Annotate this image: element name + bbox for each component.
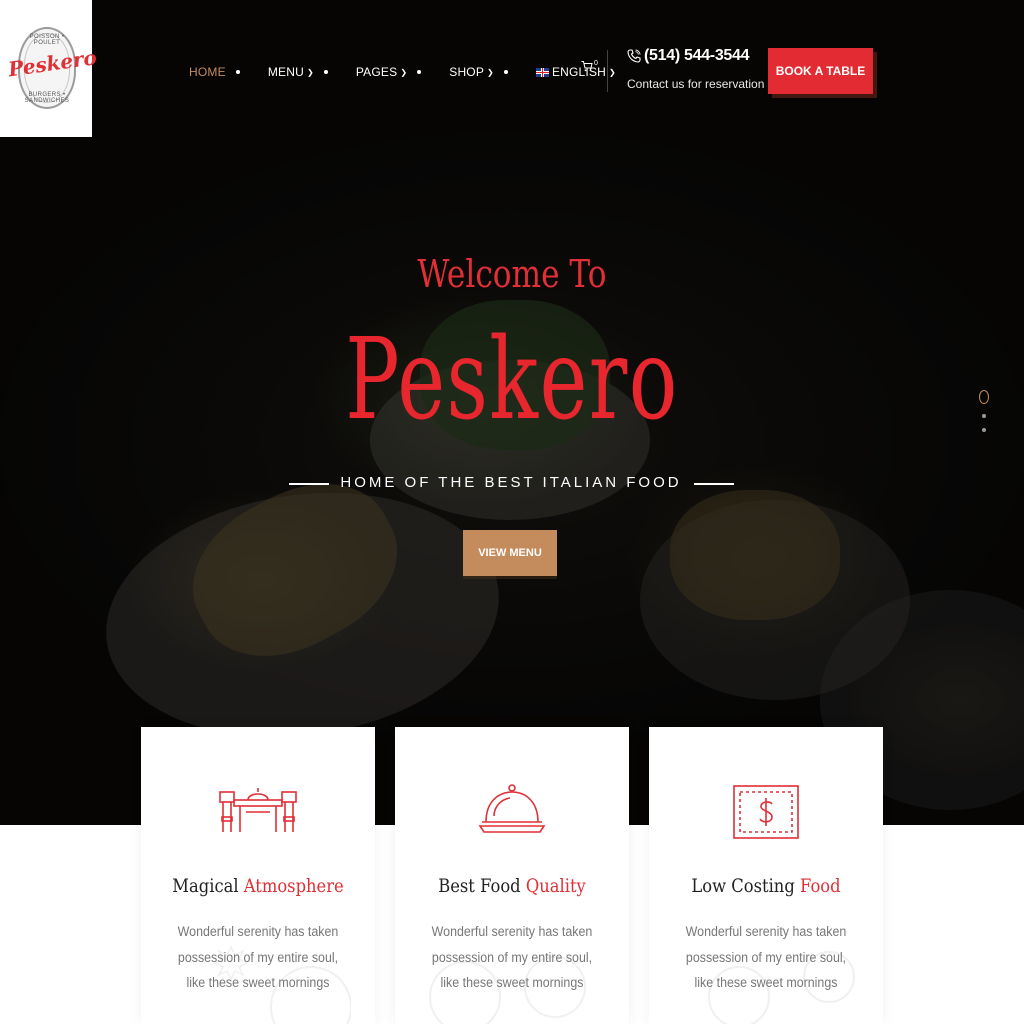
nav-separator-dot <box>235 70 240 74</box>
tagline-divider <box>289 483 329 485</box>
hero-brand-title: Peskero <box>345 315 679 445</box>
language-label: ENGLISH <box>551 65 607 79</box>
feature-title-plain: Best Food <box>438 875 526 897</box>
nav-item-menu[interactable]: MENU ❯ <box>268 65 314 79</box>
chevron-down-icon: ❯ <box>487 67 494 77</box>
nav-separator-dot <box>417 70 422 74</box>
main-nav: HOME MENU ❯ PAGES ❯ SHOP ❯ ENGLISH ❯ <box>189 62 616 82</box>
cart-button[interactable]: 0 <box>581 60 598 75</box>
feature-title: Best Food Quality <box>411 875 612 897</box>
slider-dot-active[interactable] <box>979 390 989 404</box>
chevron-down-icon: ❯ <box>609 67 616 77</box>
cloche-icon <box>478 784 546 833</box>
feature-card: Magical Atmosphere Wonderful serenity ha… <box>141 727 375 1024</box>
slider-pagination <box>978 390 990 432</box>
header-divider <box>607 50 608 92</box>
contact-subtitle: Contact us for reservation <box>627 77 765 91</box>
dollar-bill-icon <box>733 785 799 839</box>
feature-text: Wonderful serenity has taken possession … <box>431 924 593 990</box>
feature-cards: Magical Atmosphere Wonderful serenity ha… <box>141 727 883 1024</box>
slider-dot[interactable] <box>982 428 986 432</box>
feature-title-highlight: Quality <box>525 875 586 897</box>
feature-title-highlight: Food <box>799 875 841 897</box>
nav-item-label: HOME <box>189 65 226 79</box>
nav-item-pages[interactable]: PAGES ❯ <box>356 65 407 79</box>
nav-item-label: SHOP <box>449 65 485 79</box>
nav-separator-dot <box>503 70 508 74</box>
language-selector[interactable]: ENGLISH ❯ <box>535 65 616 79</box>
hero-tagline-row: HOME OF THE BEST ITALIAN FOOD <box>0 474 1024 494</box>
chevron-down-icon: ❯ <box>400 67 408 77</box>
book-table-button[interactable]: BOOK A TABLE <box>768 48 873 94</box>
nav-item-shop[interactable]: SHOP ❯ <box>449 65 494 79</box>
phone-number[interactable]: (514) 544-3544 <box>644 47 750 65</box>
uk-flag-icon <box>535 67 549 77</box>
nav-separator-dot <box>323 70 328 74</box>
logo-top-text: POISSON • POULET <box>29 34 65 46</box>
hero-welcome: Welcome To <box>417 252 607 296</box>
view-menu-button[interactable]: VIEW MENU <box>463 530 557 576</box>
feature-title: Low Costing Food <box>665 875 866 897</box>
feature-title: Magical Atmosphere <box>157 875 358 897</box>
nav-item-label: PAGES <box>355 65 398 79</box>
feature-title-highlight: Atmosphere <box>243 875 344 897</box>
feature-title-plain: Low Costing <box>691 875 800 897</box>
feature-card: Low Costing Food Wonderful serenity has … <box>649 727 883 1024</box>
nav-item-home[interactable]: HOME <box>189 65 226 79</box>
feature-title-plain: Magical <box>172 875 244 897</box>
hero-tagline: HOME OF THE BEST ITALIAN FOOD <box>340 474 682 491</box>
feature-card: Best Food Quality Wonderful serenity has… <box>395 727 629 1024</box>
chevron-down-icon: ❯ <box>306 67 314 77</box>
nav-item-label: MENU <box>267 65 304 79</box>
cart-count-badge: 0 <box>594 60 598 67</box>
feature-text: Wonderful serenity has taken possession … <box>177 924 339 990</box>
logo-bottom-text: BURGERS • SANDWICHES <box>24 92 70 104</box>
cart-icon <box>581 61 593 72</box>
site-logo[interactable]: POISSON • POULET Peskero BURGERS • SANDW… <box>0 0 98 137</box>
slider-dot[interactable] <box>982 414 986 418</box>
dining-table-icon <box>219 788 297 832</box>
phone-icon <box>627 49 641 63</box>
tagline-divider <box>694 483 734 485</box>
feature-text: Wonderful serenity has taken possession … <box>685 924 847 990</box>
